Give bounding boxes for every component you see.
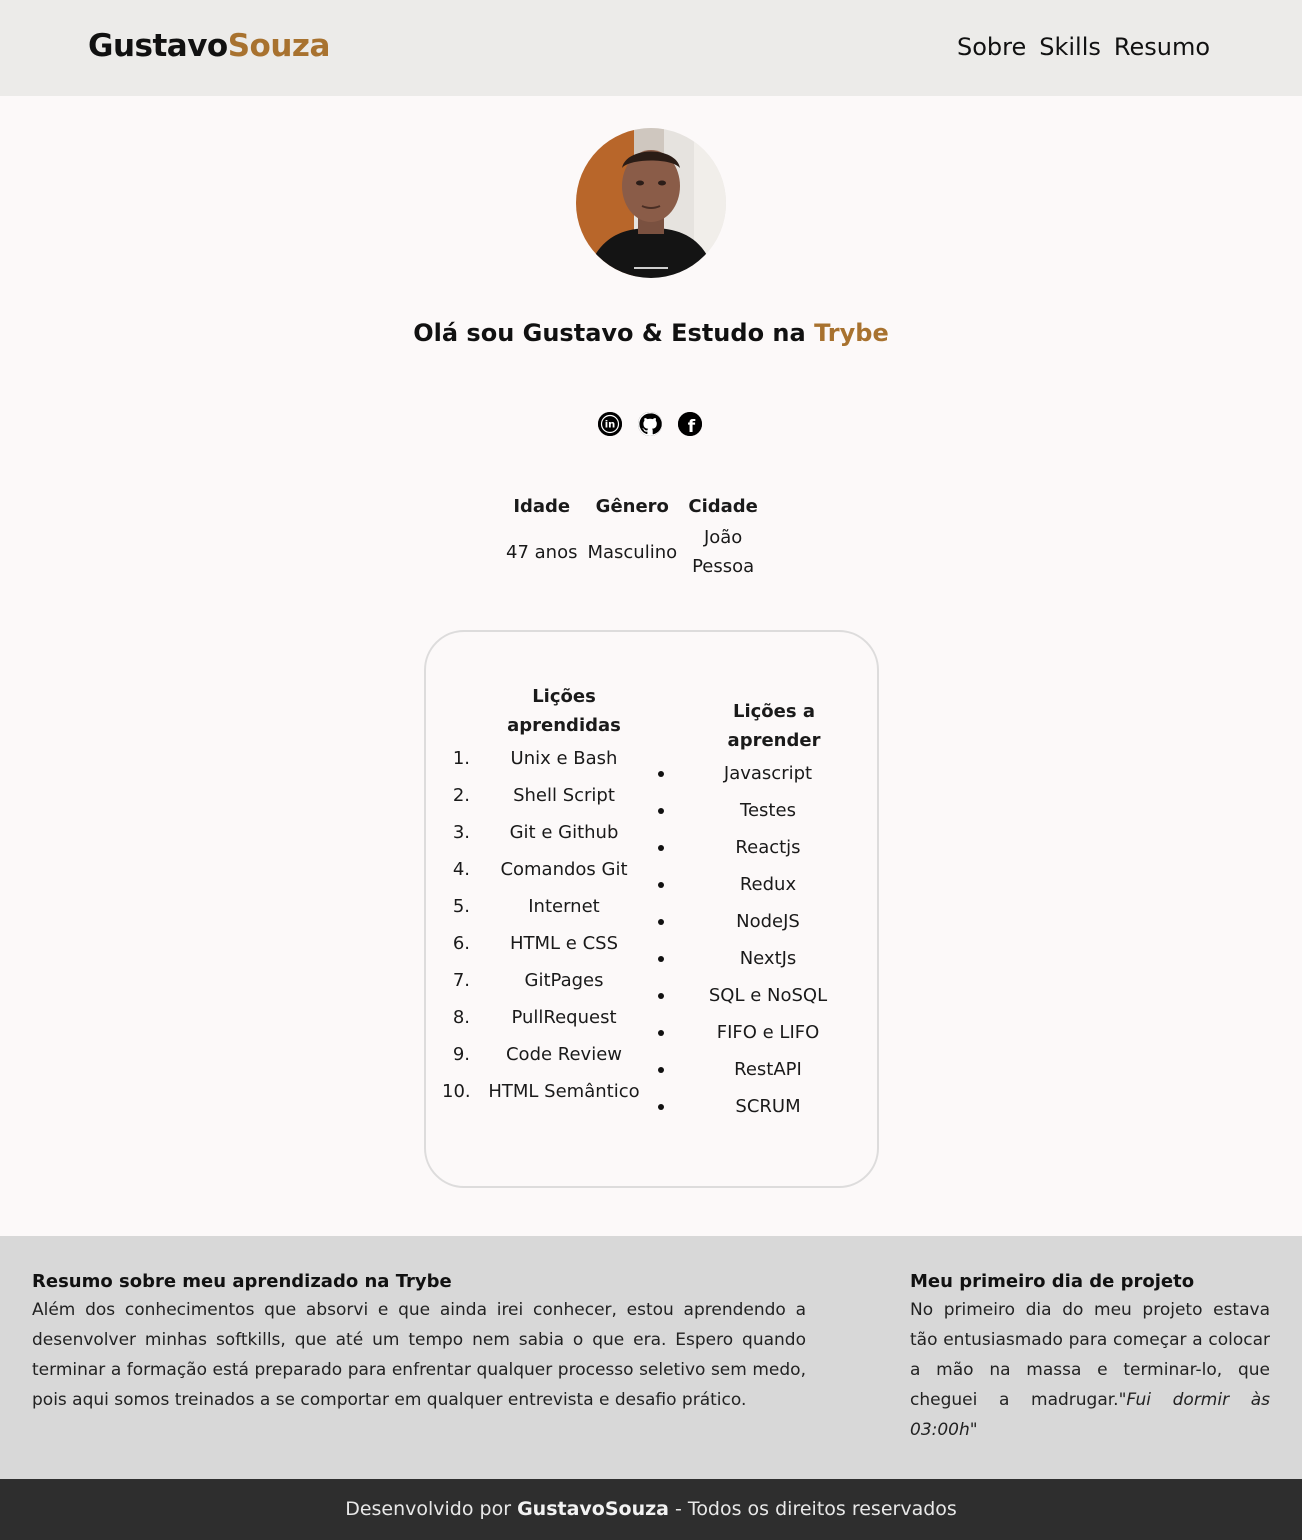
info-gender: Masculino (587, 541, 678, 563)
linkedin-glyph: in (605, 420, 616, 431)
lesson-learned-item: 8. PullRequest (452, 1007, 617, 1028)
greeting-text: Olá sou Gustavo & Estudo na (413, 319, 815, 347)
lesson-to-learn-item: NodeJS (646, 907, 856, 936)
bullet-icon (646, 944, 680, 973)
nav-link-sobre[interactable]: Sobre (957, 33, 1026, 61)
lesson-to-learn-item: SCRUM (646, 1092, 856, 1121)
lesson-to-learn-item: NextJs (646, 944, 856, 973)
lesson-learned-item: 5. Internet (452, 896, 600, 917)
profile-photo (576, 128, 726, 278)
lesson-learned-item: 7. GitPages (452, 970, 604, 991)
footer-name: GustavoSouza (517, 1498, 669, 1520)
bullet-icon (646, 1018, 680, 1047)
facebook-glyph: f (688, 417, 696, 436)
lesson-learned-item: 1. Unix e Bash (452, 748, 618, 769)
lesson-to-learn-item: Javascript (646, 759, 856, 788)
footer-suffix: - Todos os direitos reservados (669, 1498, 957, 1520)
lesson-learned-item: 3. Git e Github (452, 822, 619, 843)
lesson-learned-item: 2. Shell Script (452, 785, 615, 806)
lesson-learned-item: 9. Code Review (452, 1044, 623, 1065)
info-header-gender: Gênero (595, 496, 669, 517)
footer-prefix: Desenvolvido por (345, 1498, 518, 1520)
bullet-icon (646, 981, 680, 1010)
lessons-learned-column: Lições aprendidas 1. Unix e Bash 2. Shell … (442, 682, 652, 1106)
nav-link-skills[interactable]: Skills (1039, 33, 1101, 61)
bullet-icon (646, 833, 680, 862)
social-links: in f (598, 412, 702, 436)
github-icon[interactable] (638, 412, 662, 436)
site-header: GustavoSouza Sobre Skills Resumo (0, 0, 1302, 96)
lesson-learned-item: 10. HTML Semântico (442, 1081, 640, 1102)
greeting-brand: Trybe (814, 319, 889, 347)
avatar (576, 128, 726, 278)
bullet-icon (646, 870, 680, 899)
logo-first: Gustavo (88, 28, 228, 64)
summary-learning: Resumo sobre meu aprendizado na Trybe Al… (32, 1269, 806, 1415)
info-header-age: Idade (513, 496, 571, 517)
lesson-to-learn-item: Redux (646, 870, 856, 899)
main-nav: Sobre Skills Resumo (957, 33, 1210, 61)
info-age: 47 anos (506, 541, 578, 563)
lessons-learned-title: Lições aprendidas (507, 686, 621, 736)
lessons-card: Lições aprendidas 1. Unix e Bash 2. Shell … (424, 630, 879, 1188)
summary-learning-text: Além dos conhecimentos que absorvi e que… (32, 1300, 806, 1410)
site-footer: Desenvolvido por GustavoSouza - Todos os… (0, 1479, 1302, 1540)
lessons-to-learn-list: Javascript Testes Reactjs Redux NodeJS N… (646, 759, 856, 1121)
lesson-to-learn-item: RestAPI (646, 1055, 856, 1084)
lesson-to-learn-item: FIFO e LIFO (646, 1018, 856, 1047)
page-title: Olá sou Gustavo & Estudo na Trybe (0, 319, 1302, 347)
summary-learning-title: Resumo sobre meu aprendizado na Trybe (32, 1271, 452, 1292)
bullet-icon (646, 1055, 680, 1084)
linkedin-icon[interactable]: in (598, 412, 622, 436)
lessons-learned-list: 1. Unix e Bash 2. Shell Script 3. Git e Git… (442, 744, 652, 1106)
bullet-icon (646, 1092, 680, 1121)
lesson-to-learn-item: Reactjs (646, 833, 856, 862)
lessons-to-learn-column: Lições a aprender Javascript Testes Reac… (646, 697, 856, 1121)
bullet-icon (646, 796, 680, 825)
info-header-city: Cidade (688, 496, 758, 517)
lesson-learned-item: 6. HTML e CSS (452, 933, 619, 954)
summary-first-day: Meu primeiro dia de projeto No primeiro … (910, 1269, 1270, 1445)
summary-section: Resumo sobre meu aprendizado na Trybe Al… (0, 1236, 1302, 1479)
bullet-icon (646, 759, 680, 788)
nav-link-resumo[interactable]: Resumo (1114, 33, 1210, 61)
summary-first-day-title: Meu primeiro dia de projeto (910, 1271, 1195, 1292)
info-city: João Pessoa (692, 527, 755, 577)
bullet-icon (646, 907, 680, 936)
facebook-icon[interactable]: f (678, 412, 702, 436)
lessons-to-learn-title: Lições a aprender (727, 701, 821, 751)
lesson-to-learn-item: Testes (646, 796, 856, 825)
lesson-learned-item: 4. Comandos Git (452, 859, 628, 880)
logo-second: Souza (227, 28, 331, 64)
summary-first-day-text: No primeiro dia do meu projeto estava tã… (910, 1295, 1270, 1445)
logo[interactable]: GustavoSouza (88, 28, 330, 64)
personal-info-table: Idade Gênero Cidade 47 anos Masculino Jo… (496, 490, 769, 587)
lesson-to-learn-item: SQL e NoSQL (646, 981, 856, 1010)
